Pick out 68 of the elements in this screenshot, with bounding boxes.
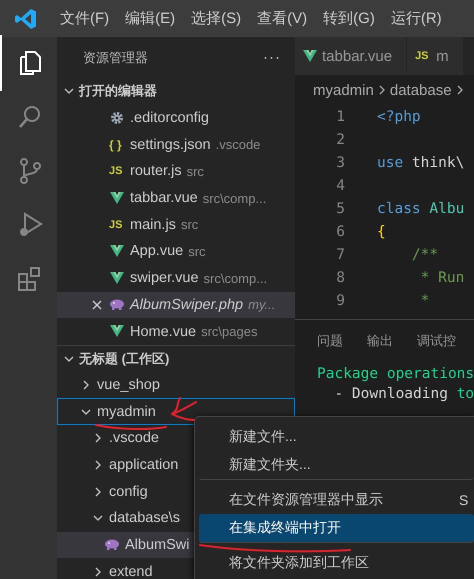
tab-label: m — [436, 48, 449, 64]
open-editor-item[interactable]: Home.vue src\pages — [57, 318, 295, 345]
context-menu-item[interactable]: 新建文件夹... — [199, 451, 474, 480]
code-line: * — [420, 292, 430, 308]
pen-underline — [95, 424, 167, 430]
close-icon[interactable] — [92, 300, 102, 310]
editor-tab[interactable]: tabbar.vue — [295, 37, 408, 75]
js-icon: JS — [109, 218, 125, 231]
open-editor-item[interactable]: JS router.js src — [57, 158, 295, 185]
line-number: 6 — [335, 224, 345, 240]
panel-tab[interactable]: 调试控 — [417, 332, 456, 350]
v-logo-icon — [110, 325, 124, 338]
code-line: * Run — [420, 270, 464, 286]
folder-item[interactable]: vue_shop — [57, 372, 295, 398]
open-editor-item[interactable]: tabbar.vue src\comp... — [57, 184, 295, 212]
tab-label: tabbar.vue — [322, 48, 392, 64]
gear-icon — [110, 111, 124, 126]
terminal-line: Package operations — [317, 366, 474, 382]
panel-tab[interactable]: 问题 — [317, 332, 343, 350]
context-menu-item[interactable]: 在集成终端中打开 — [199, 514, 474, 543]
elephant-icon — [109, 298, 125, 311]
open-editor-item[interactable]: { } settings.json .vscode — [57, 131, 295, 158]
section-header[interactable]: 无标题 (工作区) — [79, 350, 170, 368]
code-line: { — [376, 224, 386, 240]
open-editor-item[interactable]: AlbumSwiper.php my... — [57, 292, 295, 318]
line-number: 1 — [335, 108, 345, 124]
code-line: <?php — [376, 108, 421, 124]
js-icon: JS — [415, 50, 432, 62]
panel-tab[interactable]: 输出 — [367, 332, 393, 350]
code-line: /** — [410, 246, 438, 262]
open-editor-item[interactable]: swiper.vue src\comp... — [57, 264, 295, 292]
menu-item[interactable]: 选择(S) — [183, 9, 250, 28]
section-header[interactable]: 打开的编辑器 — [79, 82, 157, 100]
elephant-icon — [104, 539, 120, 552]
open-editor-item[interactable]: App.vue src — [57, 238, 295, 265]
pen-arrow-drawing — [171, 397, 197, 421]
line-number: 2 — [335, 132, 345, 148]
line-number: 8 — [335, 270, 345, 286]
code-line: use think\ — [376, 154, 464, 170]
context-menu-item[interactable]: 在文件资源管理器中显示 S — [199, 486, 474, 514]
open-editor-item[interactable]: .editorconfig — [57, 104, 295, 132]
line-number: 7 — [335, 246, 345, 262]
menu-item[interactable]: 转到(G) — [315, 9, 383, 28]
v-logo-icon — [110, 272, 124, 285]
shortcut-label: S — [459, 492, 468, 508]
line-number: 9 — [335, 292, 345, 308]
editor-tab[interactable]: JS m — [407, 37, 464, 75]
context-menu-item[interactable]: 新建文件... — [199, 423, 474, 451]
breadcrumb-item[interactable]: myadmin — [313, 82, 374, 98]
menu-item[interactable]: 编辑(E) — [117, 9, 184, 28]
line-number: 3 — [335, 154, 345, 170]
menu-item[interactable]: 查看(V) — [249, 9, 316, 28]
terminal-line: - Downloading to — [333, 386, 474, 402]
menu-item[interactable]: 文件(F) — [52, 9, 118, 28]
v-logo-icon — [303, 50, 317, 62]
line-number: 5 — [335, 200, 345, 216]
app-logo-icon[interactable] — [15, 8, 37, 30]
menu-item[interactable]: 运行(R) — [382, 9, 450, 28]
line-number: 4 — [335, 178, 345, 194]
breadcrumb-item[interactable]: database — [390, 82, 452, 98]
code-line: class Albu — [376, 200, 464, 216]
v-logo-icon — [110, 244, 124, 258]
more-actions-button[interactable]: ··· — [263, 49, 281, 66]
js-icon: JS — [109, 165, 125, 178]
v-logo-icon — [110, 192, 124, 205]
open-editor-item[interactable]: JS main.js src — [57, 211, 295, 238]
explorer-title: 资源管理器 — [83, 48, 148, 66]
braces-icon: { } — [109, 138, 125, 152]
